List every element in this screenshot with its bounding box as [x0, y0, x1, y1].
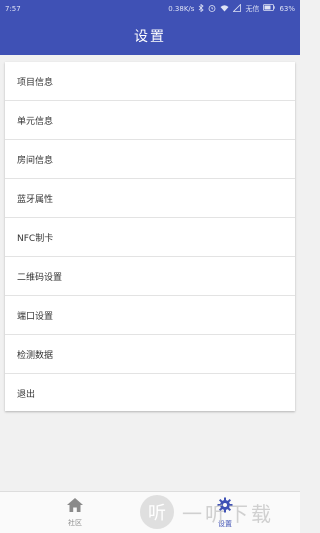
- menu-item-label: 二维码设置: [17, 272, 63, 283]
- menu-item-logout[interactable]: 退出: [5, 374, 295, 413]
- menu-item-label: 房间信息: [17, 155, 54, 166]
- bluetooth-icon: [198, 3, 205, 14]
- home-icon: [66, 497, 84, 515]
- app-bar: 设置: [0, 17, 300, 55]
- menu-item-label: NFC制卡: [17, 233, 54, 244]
- menu-item-nfc-card[interactable]: NFC制卡: [5, 218, 295, 257]
- menu-item-bluetooth-properties[interactable]: 蓝牙属性: [5, 179, 295, 218]
- carrier-text: 无信: [245, 4, 260, 13]
- menu-item-label: 检测数据: [17, 350, 54, 361]
- menu-item-label: 项目信息: [17, 77, 54, 88]
- tab-label: 设置: [218, 520, 232, 528]
- settings-menu: 项目信息 单元信息 房间信息 蓝牙属性 NFC制卡 二维码设置 端口设置 检测数…: [5, 62, 295, 411]
- tab-label: 社区: [68, 519, 82, 527]
- status-bar: 7:57 0.38K/s 无信 63%: [0, 0, 300, 17]
- wifi-icon: [220, 4, 229, 14]
- menu-item-label: 单元信息: [17, 116, 54, 127]
- tab-community[interactable]: 社区: [0, 492, 150, 533]
- status-time: 7:57: [5, 4, 21, 13]
- menu-item-label: 端口设置: [17, 311, 54, 322]
- menu-item-label: 退出: [17, 390, 36, 400]
- menu-item-room-info[interactable]: 房间信息: [5, 140, 295, 179]
- page-title: 设置: [134, 29, 166, 45]
- bottom-navigation: 社区 设置: [0, 491, 300, 533]
- menu-item-label: 蓝牙属性: [17, 194, 54, 205]
- gear-icon: [216, 496, 234, 516]
- battery-level: 63%: [279, 4, 295, 13]
- tab-settings[interactable]: 设置: [150, 492, 300, 533]
- battery-icon: [263, 4, 276, 13]
- menu-item-project-info[interactable]: 项目信息: [5, 62, 295, 101]
- menu-item-detection-data[interactable]: 检测数据: [5, 335, 295, 374]
- network-speed: 0.38K/s: [168, 4, 195, 13]
- alarm-icon: [208, 4, 216, 14]
- menu-item-unit-info[interactable]: 单元信息: [5, 101, 295, 140]
- signal-icon: [232, 3, 242, 14]
- status-right: 0.38K/s 无信 63%: [168, 3, 295, 14]
- menu-item-qrcode-settings[interactable]: 二维码设置: [5, 257, 295, 296]
- menu-item-port-settings[interactable]: 端口设置: [5, 296, 295, 335]
